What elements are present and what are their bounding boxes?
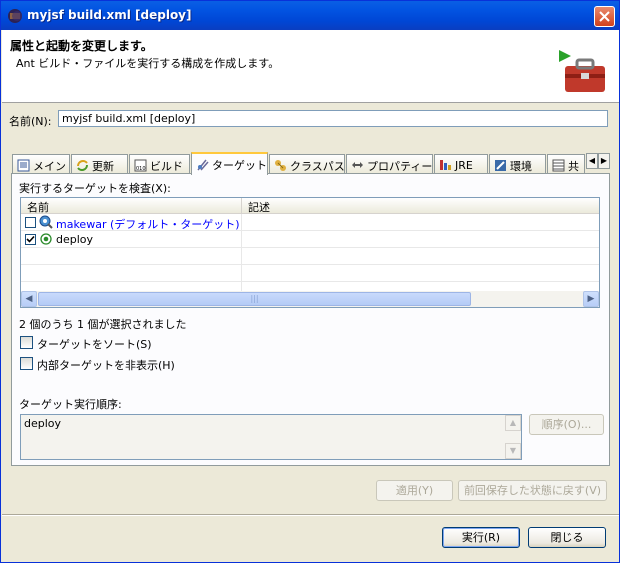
ant-toolbox-icon — [557, 46, 609, 99]
scroll-left-button[interactable]: ◀ — [21, 291, 37, 307]
tab-refresh[interactable]: 更新 — [71, 154, 128, 174]
window-title: myjsf build.xml [deploy] — [27, 8, 192, 22]
tab-common-label: 共 — [568, 160, 579, 173]
execution-order-field[interactable]: deploy ▲ ▼ — [20, 414, 522, 460]
tab-classpath[interactable]: クラスパス — [269, 154, 345, 174]
chevron-left-icon: ◀ — [588, 156, 596, 165]
table-row-empty — [21, 248, 599, 265]
classpath-icon — [274, 159, 287, 172]
chevron-right-icon: ▶ — [600, 156, 608, 165]
targets-table[interactable]: 名前 記述 makewar (デフォルト・ターゲット) deploy ◀ |||… — [20, 197, 600, 308]
tab-jre[interactable]: JRE — [434, 154, 488, 174]
target-name: makewar (デフォルト・ターゲット) — [56, 218, 240, 231]
table-row[interactable]: deploy — [21, 231, 599, 248]
scroll-right-button[interactable]: ▶ — [583, 291, 599, 307]
hide-internal-label[interactable]: 内部ターゲットを非表示(H) — [37, 357, 175, 373]
default-target-icon — [39, 215, 53, 232]
target-icon — [40, 233, 52, 248]
selection-status: 2 個のうち 1 個が選択されました — [19, 318, 187, 331]
common-icon — [552, 159, 565, 172]
target-name: deploy — [56, 233, 94, 246]
tab-targets[interactable]: ターゲット — [191, 152, 268, 175]
close-icon — [599, 11, 610, 22]
check-targets-label: 実行するターゲットを検査(X): — [19, 182, 171, 195]
run-button[interactable]: 実行(R) — [442, 527, 520, 548]
dialog-header: 属性と起動を変更します。 Ant ビルド・ファイルを実行する構成を作成します。 — [2, 30, 619, 103]
tab-targets-label: ターゲット — [212, 159, 267, 172]
title-bar[interactable]: myjsf build.xml [deploy] — [1, 1, 619, 30]
horizontal-scrollbar[interactable]: ◀ ||| ▶ — [21, 291, 599, 307]
scroll-up-button[interactable]: ▲ — [505, 415, 521, 431]
jre-icon — [439, 158, 452, 171]
vertical-scrollbar[interactable]: ▲ ▼ — [505, 415, 521, 459]
tab-scroll-right-button[interactable]: ▶ — [598, 153, 610, 169]
sort-targets-checkbox[interactable] — [20, 336, 33, 349]
sort-targets-label[interactable]: ターゲットをソート(S) — [37, 336, 152, 352]
tab-environment[interactable]: 環境 — [489, 154, 546, 174]
hide-internal-checkbox[interactable] — [20, 357, 33, 370]
column-header-description[interactable]: 記述 — [242, 198, 599, 214]
properties-icon — [351, 159, 364, 172]
tab-build[interactable]: 010 ビルド — [129, 154, 190, 174]
tab-properties[interactable]: プロパティー — [346, 154, 433, 174]
targets-icon — [196, 158, 209, 171]
config-tabs: メイン 更新 010 ビルド ターゲット クラスパス プロパティー JRE 環境 … — [12, 152, 612, 175]
close-button[interactable]: 閉じる — [528, 527, 606, 548]
launch-config-dialog: myjsf build.xml [deploy] 属性と起動を変更します。 An… — [0, 0, 620, 563]
execution-order-value: deploy — [24, 417, 62, 430]
tab-main[interactable]: メイン — [12, 154, 70, 174]
tab-classpath-label: クラスパス — [290, 160, 345, 173]
chevron-down-icon: ▼ — [509, 446, 517, 455]
target-checkbox[interactable] — [25, 234, 36, 245]
tab-properties-label: プロパティー — [367, 160, 433, 173]
column-header-name[interactable]: 名前 — [21, 198, 242, 214]
chevron-left-icon: ◀ — [25, 294, 33, 304]
header-title: 属性と起動を変更します。 — [10, 39, 153, 53]
main-icon — [17, 159, 30, 172]
build-icon: 010 — [134, 159, 147, 172]
separator — [2, 514, 619, 516]
refresh-icon — [76, 159, 89, 172]
header-description: Ant ビルド・ファイルを実行する構成を作成します。 — [16, 57, 280, 70]
scrollbar-thumb[interactable]: ||| — [38, 292, 471, 306]
order-button[interactable]: 順序(O)... — [529, 414, 604, 435]
execution-order-label: ターゲット実行順序: — [19, 398, 122, 411]
tab-main-label: メイン — [33, 160, 66, 173]
targets-panel: 実行するターゲットを検査(X): 名前 記述 makewar (デフォルト・ター… — [11, 173, 610, 466]
revert-button[interactable]: 前回保存した状態に戻す(V) — [458, 480, 607, 501]
eclipse-icon — [7, 8, 23, 24]
tab-common[interactable]: 共 — [547, 154, 585, 174]
tab-scroll-left-button[interactable]: ◀ — [586, 153, 598, 169]
environment-icon — [494, 159, 507, 172]
tab-jre-label: JRE — [455, 159, 473, 172]
tab-build-label: ビルド — [150, 160, 183, 173]
chevron-up-icon: ▲ — [509, 418, 517, 427]
apply-button[interactable]: 適用(Y) — [376, 480, 453, 501]
checkmark-icon — [26, 235, 35, 243]
close-window-button[interactable] — [594, 6, 615, 27]
name-input[interactable]: myjsf build.xml [deploy] — [58, 110, 608, 127]
chevron-right-icon: ▶ — [587, 294, 595, 304]
table-row-empty — [21, 265, 599, 282]
target-checkbox[interactable] — [25, 217, 36, 228]
scroll-down-button[interactable]: ▼ — [505, 443, 521, 459]
tab-refresh-label: 更新 — [92, 160, 114, 173]
name-label: 名前(N): — [9, 115, 52, 128]
svg-text:010: 010 — [136, 166, 146, 172]
tab-environment-label: 環境 — [510, 160, 532, 173]
table-row[interactable]: makewar (デフォルト・ターゲット) — [21, 214, 599, 232]
